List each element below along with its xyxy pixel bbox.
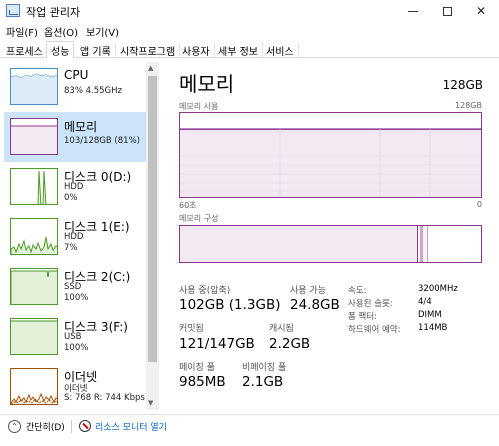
slots-used-value: 4/4 [418, 297, 432, 307]
sidebar-item-detail: 103/128GB (81%) [64, 136, 140, 146]
tab-details[interactable]: 세부 정보 [214, 42, 263, 58]
close-icon: ✕ [475, 4, 487, 18]
sidebar-item-disk-0[interactable]: 디스크 0(D:) HDD 0% [4, 162, 146, 212]
tab-performance[interactable]: 성능 [46, 41, 75, 59]
menu-options[interactable]: 옵션(O) [44, 24, 78, 39]
disk-graph-icon [10, 268, 58, 305]
sidebar-item-label: 메모리 [64, 120, 98, 134]
chevron-up-icon[interactable]: ⌃ [8, 420, 21, 433]
sidebar-item-cpu[interactable]: CPU 83% 4.55GHz [4, 62, 146, 112]
memory-detail-panel: 메모리 128GB 메모리 사용 128GB 60초 0 메모리 구성 사용 중… [168, 62, 494, 412]
resource-monitor-icon[interactable] [79, 420, 91, 432]
scrollbar-thumb[interactable] [148, 76, 157, 362]
sidebar-item-ethernet[interactable]: 이더넷 이더넷 S: 768 R: 744 Kbps [4, 362, 146, 412]
slots-used-label: 사용된 슬롯: [348, 299, 393, 309]
page-title: 메모리 [179, 72, 235, 96]
hardware-reserved-value: 114MB [418, 323, 448, 333]
sidebar-item-type: HDD [64, 182, 84, 192]
disk-graph-icon [10, 218, 58, 255]
disk-graph-icon [10, 168, 58, 205]
memory-usage-max: 128GB [455, 101, 482, 110]
sidebar-item-detail: 7% [64, 243, 78, 253]
scroll-down-icon[interactable]: ▼ [148, 399, 153, 407]
minimize-button[interactable] [396, 0, 430, 22]
form-factor-label: 폼 팩터: [348, 312, 378, 322]
memory-usage-graph-grid [180, 128, 481, 197]
task-manager-app-icon [6, 4, 20, 17]
menu-view[interactable]: 보기(V) [86, 24, 119, 39]
sidebar-item-disk-2[interactable]: 디스크 2(C:) SSD 100% [4, 262, 146, 312]
sidebar-item-disk-3[interactable]: 디스크 3(F:) USB 100% [4, 312, 146, 362]
memory-graph-icon [10, 118, 58, 155]
disk-graph-icon [10, 318, 58, 355]
tab-processes[interactable]: 프로세스 [2, 42, 48, 58]
non-paged-pool-label: 비페이징 풀 [242, 363, 287, 373]
non-paged-pool-value: 2.1GB [242, 374, 284, 390]
resource-list: CPU 83% 4.55GHz 메모리 103/128GB (81%) 디스크 … [0, 62, 160, 412]
memory-composition-label: 메모리 구성 [179, 214, 219, 223]
composition-in-use [180, 226, 418, 262]
cpu-graph-icon [10, 68, 58, 105]
memory-usage-graph [179, 112, 482, 198]
memory-capacity: 128GB [442, 78, 483, 92]
in-use-value: 102GB (1.3GB) [179, 297, 281, 313]
open-resource-monitor-link[interactable]: 리소스 모니터 열기 [95, 420, 167, 433]
sidebar-item-type: HDD [64, 232, 84, 242]
network-graph-icon [10, 368, 58, 405]
menu-file[interactable]: 파일(F) [6, 24, 38, 39]
in-use-label: 사용 중(압축) [179, 286, 231, 296]
tab-bar: 프로세스 성능 앱 기록 시작프로그램 사용자 세부 정보 서비스 [0, 40, 499, 59]
available-value: 24.8GB [290, 297, 340, 313]
fewer-details-link[interactable]: 간단히(D) [26, 420, 65, 433]
sidebar-item-memory[interactable]: 메모리 103/128GB (81%) [4, 112, 146, 162]
memory-usage-label: 메모리 사용 [179, 102, 219, 111]
committed-value: 121/147GB [179, 336, 255, 352]
graph-axis-end: 0 [476, 200, 482, 209]
hardware-reserved-label: 하드웨어 예약: [348, 325, 401, 335]
close-button[interactable]: ✕ [464, 0, 498, 22]
sidebar-item-type: USB [64, 332, 82, 342]
cached-value: 2.2GB [269, 336, 311, 352]
sidebar-item-disk-1[interactable]: 디스크 1(E:) HDD 7% [4, 212, 146, 262]
sidebar-item-detail: 0% [64, 193, 78, 203]
maximize-button[interactable] [430, 0, 464, 22]
speed-value: 3200MHz [418, 284, 458, 294]
cached-label: 캐시됨 [269, 324, 294, 334]
committed-label: 커밋됨 [179, 324, 204, 334]
footer-bar: ⌃ 간단히(D) 리소스 모니터 열기 [0, 414, 499, 446]
sidebar-item-detail: 100% [64, 293, 89, 303]
paged-pool-label: 페이징 풀 [179, 363, 215, 373]
minimize-icon [408, 11, 418, 12]
composition-standby [423, 226, 428, 262]
graph-axis-start: 60초 [179, 201, 197, 210]
menu-bar: 파일(F) 옵션(O) 보기(V) [0, 22, 499, 40]
tab-users[interactable]: 사용자 [178, 42, 215, 58]
maximize-icon [442, 7, 452, 16]
sidebar-item-detail: 100% [64, 343, 89, 353]
form-factor-value: DIMM [418, 310, 442, 320]
scroll-up-icon[interactable]: ▲ [148, 64, 153, 72]
paged-pool-value: 985MB [179, 374, 226, 390]
available-label: 사용 가능 [290, 286, 326, 296]
footer-divider [71, 420, 72, 433]
tab-services[interactable]: 서비스 [262, 42, 299, 58]
window-title: 작업 관리자 [26, 6, 81, 19]
sidebar-item-detail: 83% 4.55GHz [64, 86, 122, 96]
sidebar-item-detail: S: 768 R: 744 Kbps [64, 393, 145, 403]
tab-startup[interactable]: 시작프로그램 [116, 42, 181, 58]
title-bar: 작업 관리자 ✕ [0, 0, 499, 22]
tab-app-history[interactable]: 앱 기록 [76, 42, 116, 58]
sidebar-scrollbar[interactable]: ▲ ▼ [146, 62, 159, 410]
sidebar-item-label: CPU [64, 68, 89, 82]
speed-label: 속도: [348, 286, 367, 296]
sidebar-item-type: SSD [64, 282, 82, 292]
memory-composition-bar [179, 225, 482, 263]
